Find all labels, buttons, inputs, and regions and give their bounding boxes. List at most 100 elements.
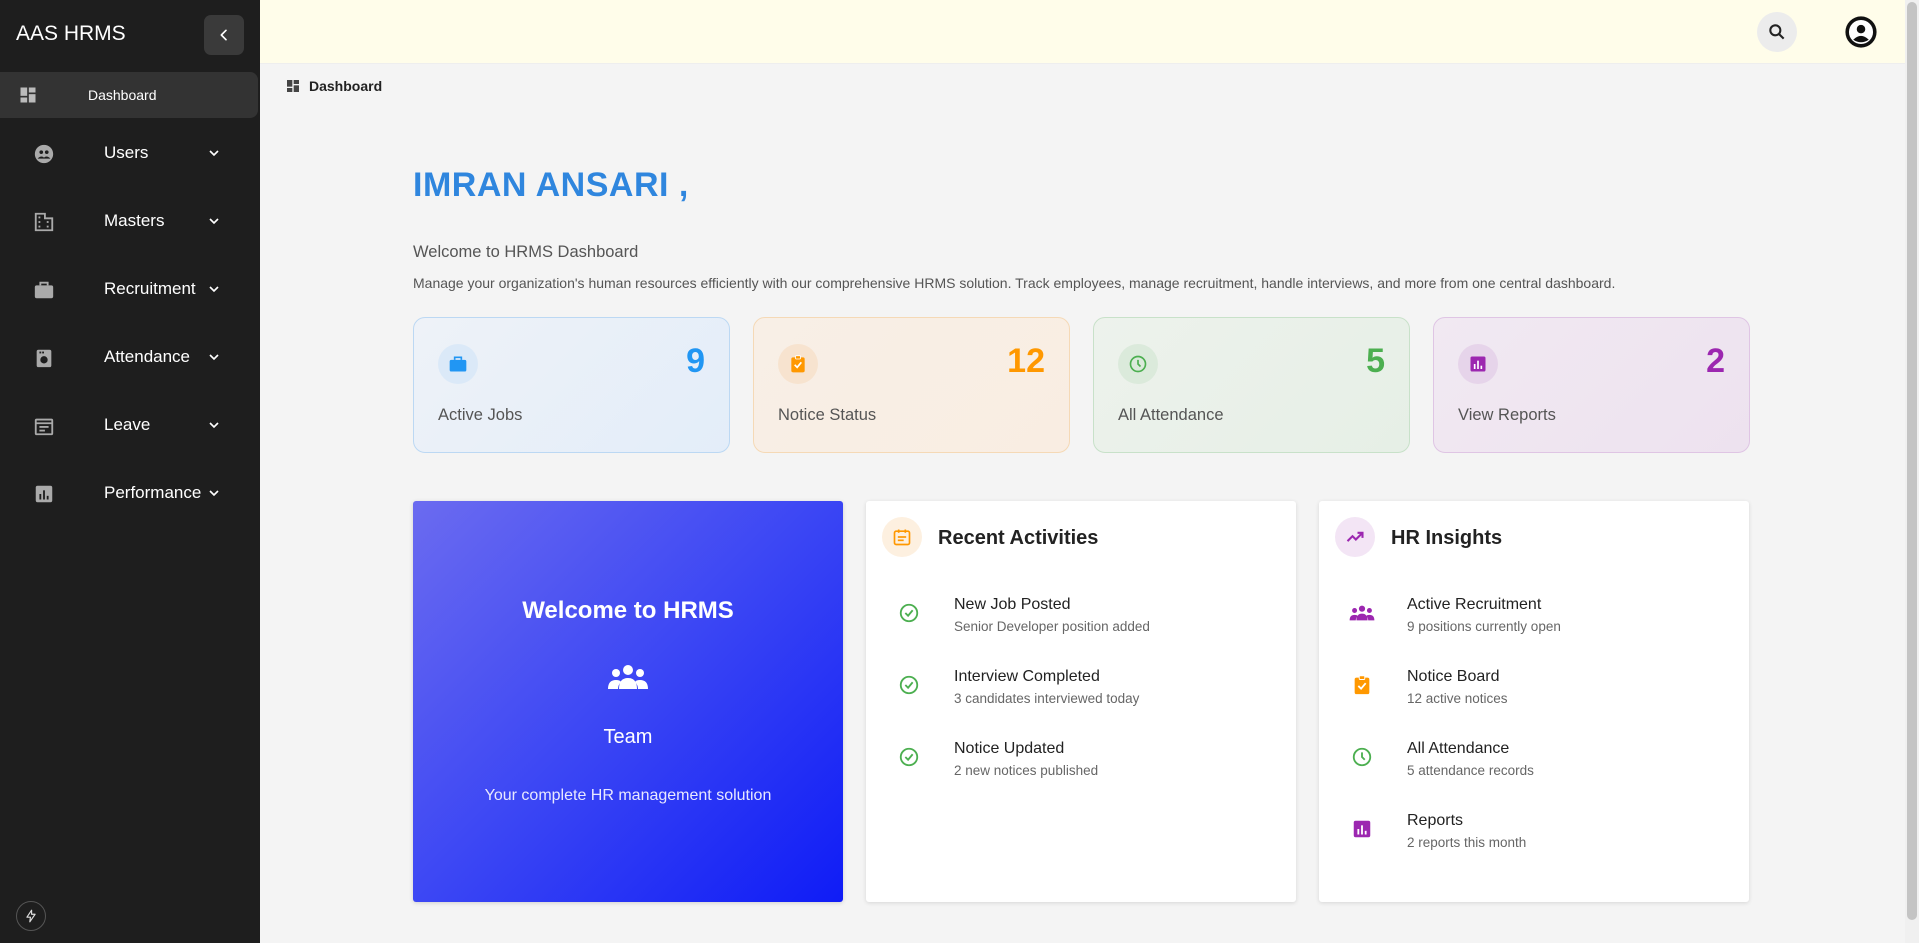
list-item: New Job Posted Senior Developer position… — [866, 590, 1296, 650]
user-greeting: IMRAN ANSARI , — [413, 166, 689, 204]
hr-insights-panel: HR Insights Active Recruitment 9 positio… — [1319, 501, 1749, 902]
activity-title: New Job Posted — [954, 596, 1071, 613]
clock-icon — [1129, 355, 1147, 373]
attendance-icon — [36, 349, 52, 368]
activity-title: Interview Completed — [954, 668, 1100, 685]
breadcrumb: Dashboard — [285, 78, 382, 94]
list-item: All Attendance 5 attendance records — [1319, 734, 1749, 794]
sidebar-item-attendance[interactable]: Attendance — [0, 331, 258, 383]
sidebar-item-recruitment[interactable]: Recruitment — [0, 263, 258, 315]
report-icon — [1349, 816, 1375, 842]
stat-value: 2 — [1706, 342, 1725, 380]
stat-label: Notice Status — [778, 406, 877, 424]
clipboard-check-icon — [1349, 672, 1375, 698]
sidebar-item-label: Masters — [104, 211, 165, 230]
panel-icon-wrap — [882, 517, 922, 557]
stat-label: View Reports — [1458, 406, 1556, 424]
stat-icon-wrap — [438, 344, 478, 384]
recent-activities-panel: Recent Activities New Job Posted Senior … — [866, 501, 1296, 902]
group-icon — [608, 665, 648, 689]
hero-caption: Your complete HR management solution — [484, 787, 772, 804]
insight-title: Reports — [1407, 812, 1464, 829]
stat-label: Active Jobs — [438, 406, 523, 424]
chevron-down-icon — [209, 354, 219, 361]
briefcase-icon — [449, 356, 467, 372]
trending-up-icon — [1346, 531, 1364, 542]
clock-icon — [1349, 744, 1375, 770]
group-icon — [1349, 600, 1375, 626]
quick-action-button[interactable] — [16, 901, 46, 931]
search-button[interactable] — [1757, 12, 1797, 52]
stat-value: 12 — [1007, 342, 1045, 380]
sidebar-item-label: Recruitment — [104, 279, 196, 298]
search-icon — [1769, 24, 1785, 40]
chevron-down-icon — [209, 490, 219, 497]
building-icon — [34, 212, 54, 232]
sidebar-item-performance[interactable]: Performance — [0, 467, 258, 519]
sidebar-item-leave[interactable]: Leave — [0, 399, 258, 451]
sidebar-item-label: Leave — [104, 415, 151, 434]
activity-subtitle: Senior Developer position added — [954, 619, 1150, 634]
breadcrumb-label: Dashboard — [309, 78, 383, 94]
insight-title: All Attendance — [1407, 740, 1510, 757]
insight-subtitle: 12 active notices — [1407, 691, 1508, 706]
chevron-down-icon — [209, 150, 219, 157]
dashboard-icon — [20, 87, 36, 103]
welcome-hero-card: Welcome to HRMS Team Your complete HR ma… — [413, 501, 843, 902]
leave-icon — [34, 418, 54, 436]
stat-icon-wrap — [1458, 344, 1498, 384]
list-item: Interview Completed 3 candidates intervi… — [866, 662, 1296, 722]
chevron-down-icon — [209, 422, 219, 429]
welcome-subtitle: Welcome to HRMS Dashboard — [413, 243, 639, 261]
list-item: Notice Updated 2 new notices published — [866, 734, 1296, 794]
stat-label: All Attendance — [1118, 406, 1224, 424]
panel-title: Recent Activities — [938, 527, 1099, 549]
activity-title: Notice Updated — [954, 740, 1065, 757]
sidebar-item-users[interactable]: Users — [0, 127, 258, 179]
app-brand: AAS HRMS — [16, 22, 126, 45]
check-circle-icon — [896, 600, 922, 626]
collapse-sidebar-button[interactable] — [204, 15, 244, 55]
list-item: Notice Board 12 active notices — [1319, 662, 1749, 722]
report-icon — [1470, 356, 1486, 372]
stat-card-all-attendance[interactable]: 5 All Attendance — [1093, 317, 1410, 453]
sidebar-item-dashboard[interactable]: Dashboard — [0, 72, 258, 118]
panel-icon-wrap — [1335, 517, 1375, 557]
insight-subtitle: 9 positions currently open — [1407, 619, 1561, 634]
account-button[interactable] — [1843, 14, 1879, 50]
stat-card-notice-status[interactable]: 12 Notice Status — [753, 317, 1070, 453]
stat-value: 9 — [686, 342, 705, 380]
sidebar-item-label: Attendance — [104, 347, 191, 366]
stat-icon-wrap — [1118, 344, 1158, 384]
insight-title: Active Recruitment — [1407, 596, 1542, 613]
event-note-icon — [893, 529, 911, 546]
list-item: Active Recruitment 9 positions currently… — [1319, 590, 1749, 650]
dashboard-description: Manage your organization's human resourc… — [413, 275, 1616, 291]
chevron-down-icon — [209, 286, 219, 293]
sidebar-item-masters[interactable]: Masters — [0, 195, 258, 247]
check-circle-icon — [896, 744, 922, 770]
clipboard-check-icon — [791, 355, 805, 373]
top-bar — [260, 0, 1905, 64]
stat-card-view-reports[interactable]: 2 View Reports — [1433, 317, 1750, 453]
sidebar-item-label: Users — [104, 143, 149, 162]
sidebar-item-label: Performance — [104, 483, 202, 502]
insight-subtitle: 5 attendance records — [1407, 763, 1534, 778]
activity-subtitle: 2 new notices published — [954, 763, 1099, 778]
insight-title: Notice Board — [1407, 668, 1500, 685]
insight-subtitle: 2 reports this month — [1407, 835, 1527, 850]
chevron-down-icon — [209, 218, 219, 225]
stat-card-active-jobs[interactable]: 9 Active Jobs — [413, 317, 730, 453]
stat-icon-wrap — [778, 344, 818, 384]
hero-team-label: Team — [603, 726, 653, 748]
account-circle-icon — [1845, 16, 1877, 48]
dashboard-icon — [287, 80, 299, 92]
stat-value: 5 — [1366, 342, 1385, 380]
sidebar-item-label: Dashboard — [88, 87, 157, 103]
bolt-icon — [26, 909, 36, 923]
chart-icon — [35, 485, 53, 503]
briefcase-icon — [34, 281, 54, 299]
list-item: Reports 2 reports this month — [1319, 806, 1749, 866]
scrollbar-thumb[interactable] — [1907, 2, 1917, 920]
hero-title: Welcome to HRMS — [522, 597, 734, 624]
